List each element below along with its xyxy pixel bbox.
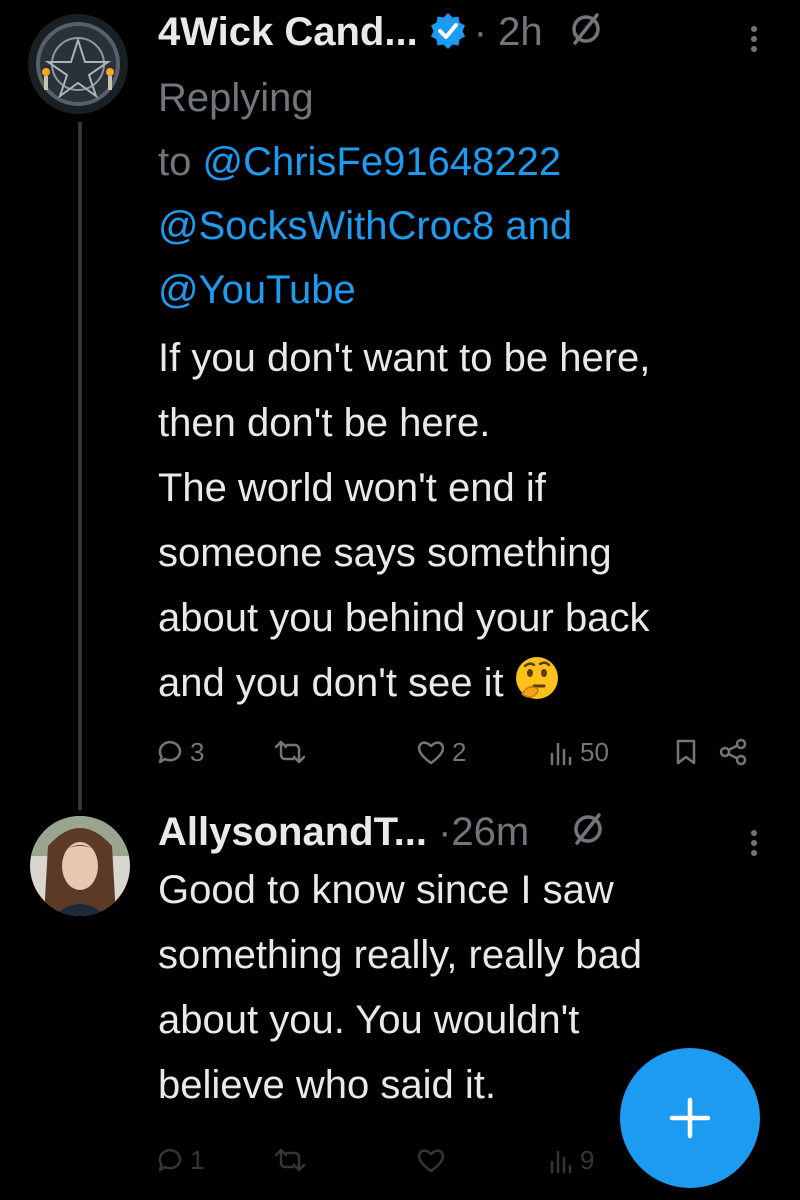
separator-dot: · xyxy=(473,10,488,54)
views-count: 50 xyxy=(580,736,609,767)
tweet-text-line: something really, really bad xyxy=(158,933,642,977)
avatar[interactable] xyxy=(30,816,130,916)
tweet-time[interactable]: 26m xyxy=(451,810,529,854)
tweet-header: AllysonandT... ·26m xyxy=(158,804,800,860)
avatar[interactable] xyxy=(28,14,128,114)
like-icon xyxy=(417,741,445,765)
like-count: 2 xyxy=(452,736,467,767)
views-icon xyxy=(550,742,572,766)
mention-link[interactable]: @SocksWithCroc8 xyxy=(158,204,494,248)
reply-icon xyxy=(158,1148,182,1172)
thinking-face-emoji-icon xyxy=(512,654,562,704)
reply-button[interactable]: 3 xyxy=(156,730,204,774)
retweet-icon xyxy=(274,740,306,764)
mention-and: and xyxy=(505,204,573,248)
reply-count: 1 xyxy=(190,1144,205,1175)
like-icon xyxy=(417,1149,445,1173)
tweet-text-line: about you. You wouldn't xyxy=(158,998,580,1042)
views-button[interactable]: 50 xyxy=(548,730,609,774)
author-name[interactable]: 4Wick Cand... xyxy=(158,10,418,54)
plus-icon xyxy=(669,1097,711,1139)
tweet-text-line: someone says something xyxy=(158,531,612,575)
tweet-text-line: Good to know since I saw xyxy=(158,868,614,912)
separator-dot: · xyxy=(438,810,452,854)
tweet-text-line: then don't be here. xyxy=(158,401,491,445)
replying-to-word: to xyxy=(158,140,192,184)
compose-button[interactable] xyxy=(620,1048,760,1188)
tweet-header: 4Wick Cand... · 2h xyxy=(158,4,800,60)
tweet-actions: 3 2 50 xyxy=(150,730,770,774)
verified-badge-icon xyxy=(428,10,468,50)
grok-slash-icon[interactable] xyxy=(570,806,606,862)
mention-link[interactable]: @YouTube xyxy=(158,268,356,312)
views-count: 9 xyxy=(580,1144,595,1175)
bookmark-icon xyxy=(676,739,696,765)
retweet-button[interactable] xyxy=(274,730,306,774)
tweet-text-line: and you don't see it xyxy=(158,661,504,705)
mention-link[interactable]: @ChrisFe91648222 xyxy=(202,140,561,184)
grok-slash-icon[interactable] xyxy=(568,6,604,62)
more-icon[interactable] xyxy=(744,18,764,58)
retweet-button[interactable] xyxy=(274,1138,306,1182)
bookmark-button[interactable] xyxy=(674,730,698,774)
reply-button[interactable]: 1 xyxy=(156,1138,204,1182)
share-icon xyxy=(719,738,747,766)
tweet-text-line: The world won't end if xyxy=(158,466,546,510)
tweet-time[interactable]: 2h xyxy=(498,10,543,54)
more-icon[interactable] xyxy=(744,822,764,862)
tweet-text-line: about you behind your back xyxy=(158,596,650,640)
like-button[interactable] xyxy=(416,1138,446,1182)
tweet-text: If you don't want to be here, then don't… xyxy=(158,326,788,716)
like-button[interactable]: 2 xyxy=(416,730,466,774)
reply-count: 3 xyxy=(190,736,205,767)
reply-icon xyxy=(158,740,182,764)
tweet-text-line: If you don't want to be here, xyxy=(158,336,651,380)
replying-to: Replying to @ChrisFe91648222 @SocksWithC… xyxy=(158,66,778,322)
views-button[interactable]: 9 xyxy=(548,1138,594,1182)
share-button[interactable] xyxy=(718,730,748,774)
views-icon xyxy=(550,1150,572,1174)
tweet[interactable]: 4Wick Cand... · 2h Replying to @ChrisFe91… xyxy=(0,0,800,800)
replying-label: Replying xyxy=(158,76,314,120)
retweet-icon xyxy=(274,1148,306,1172)
author-name[interactable]: AllysonandT... xyxy=(158,810,427,854)
